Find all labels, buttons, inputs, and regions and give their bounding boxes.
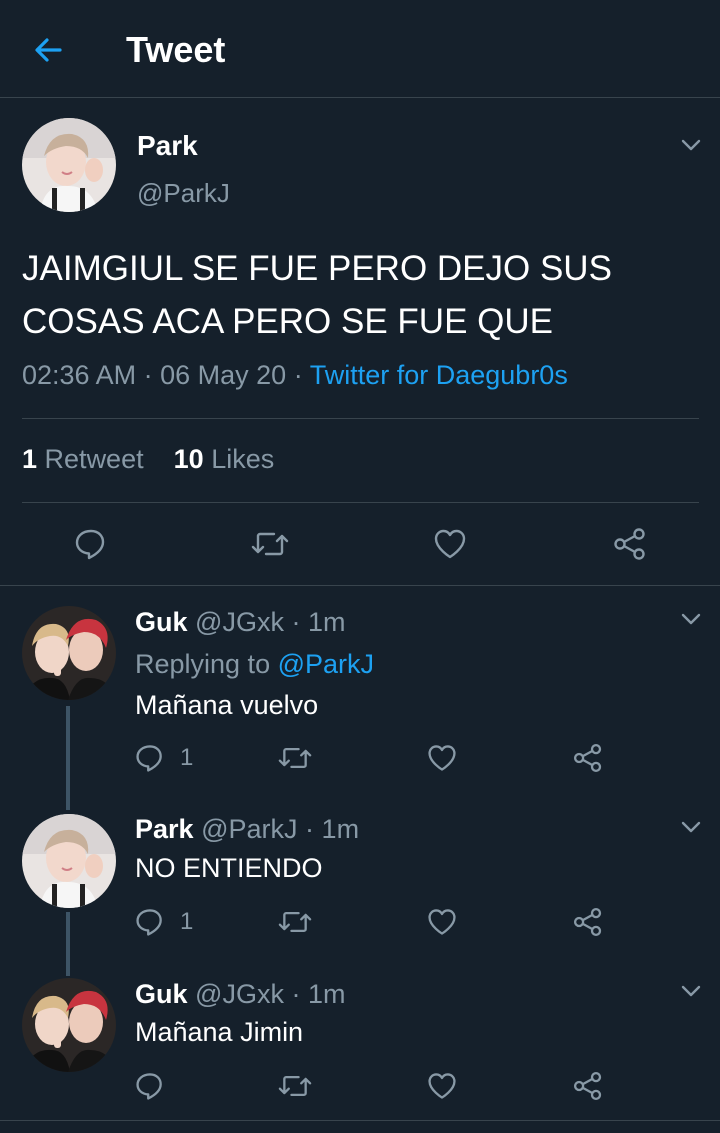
reply-count: 1	[180, 744, 194, 771]
thread-line	[66, 912, 70, 976]
top-bar: Tweet	[0, 0, 720, 98]
like-icon[interactable]	[426, 1070, 458, 1102]
reply-author-handle[interactable]: @JGxk	[195, 979, 284, 1009]
chevron-down-icon[interactable]	[678, 132, 704, 158]
chevron-down-icon[interactable]	[678, 814, 704, 840]
author-name[interactable]: Park	[137, 130, 198, 162]
share-icon[interactable]	[572, 1070, 604, 1102]
divider	[22, 418, 699, 419]
tweet-actions	[0, 520, 720, 570]
reply-time: 1m	[321, 814, 360, 844]
tweet-stats: 1 Retweet 10 Likes	[22, 444, 274, 475]
replying-to-link[interactable]: @ParkJ	[278, 649, 374, 679]
avatar-guk[interactable]	[22, 978, 116, 1072]
tweet-date: 06 May 20	[160, 360, 287, 390]
reply-header: Guk @JGxk · 1m	[135, 978, 346, 1010]
meta-separator: ·	[291, 607, 301, 637]
reply-icon[interactable]	[73, 526, 109, 562]
chevron-down-icon[interactable]	[678, 606, 704, 632]
meta-separator: ·	[291, 979, 301, 1009]
reply-author-handle[interactable]: @JGxk	[195, 607, 284, 637]
retweet-icon[interactable]	[277, 906, 313, 938]
avatar-guk[interactable]	[22, 606, 116, 700]
reply-author-name[interactable]: Park	[135, 814, 194, 844]
retweet-icon[interactable]	[277, 742, 313, 774]
reply-count: 1	[180, 908, 194, 935]
reply-author-handle[interactable]: @ParkJ	[201, 814, 297, 844]
like-icon[interactable]	[432, 526, 468, 562]
avatar-park[interactable]	[22, 118, 116, 212]
reply-icon[interactable]: 1	[134, 742, 193, 774]
divider	[0, 1120, 720, 1121]
reply-header: Guk @JGxk · 1m	[135, 606, 346, 638]
reply-time: 1m	[307, 607, 346, 637]
retweet-icon[interactable]	[250, 526, 290, 562]
meta-separator: ·	[305, 814, 315, 844]
replying-to-label: Replying to	[135, 649, 271, 679]
page-title: Tweet	[126, 29, 226, 70]
like-icon[interactable]	[426, 906, 458, 938]
divider	[0, 585, 720, 586]
author-handle[interactable]: @ParkJ	[137, 178, 230, 209]
retweets-stat[interactable]: 1 Retweet	[22, 444, 144, 474]
tweet-meta: 02:36 AM · 06 May 20 · Twitter for Daegu…	[22, 360, 568, 391]
share-icon[interactable]	[612, 526, 648, 562]
reply-text: Mañana vuelvo	[135, 690, 319, 720]
reply-text: NO ENTIENDO	[135, 853, 323, 883]
tweet-time: 02:36 AM	[22, 360, 137, 390]
likes-label: Likes	[211, 444, 275, 474]
likes-count: 10	[173, 444, 204, 474]
reply-icon[interactable]: 1	[134, 906, 193, 938]
back-arrow-icon[interactable]	[30, 32, 66, 68]
retweet-icon[interactable]	[277, 1070, 313, 1102]
divider	[22, 502, 699, 503]
chevron-down-icon[interactable]	[678, 978, 704, 1004]
reply-author-name[interactable]: Guk	[135, 979, 188, 1009]
reply-icon[interactable]	[134, 1070, 166, 1102]
avatar-park[interactable]	[22, 814, 116, 908]
reply-author-name[interactable]: Guk	[135, 607, 188, 637]
retweets-label: Retweet	[44, 444, 144, 474]
like-icon[interactable]	[426, 742, 458, 774]
reply-time: 1m	[307, 979, 346, 1009]
share-icon[interactable]	[572, 742, 604, 774]
thread-line	[66, 706, 70, 810]
likes-stat[interactable]: 10 Likes	[174, 444, 275, 474]
reply-header: Park @ParkJ · 1m	[135, 813, 359, 845]
meta-separator: ·	[293, 360, 303, 390]
tweet-text: JAIMGIUL SE FUE PERO DEJO SUS COSAS ACA …	[22, 249, 612, 341]
retweets-count: 1	[22, 444, 38, 474]
replying-to: Replying to @ParkJ	[135, 648, 374, 680]
meta-separator: ·	[143, 360, 153, 390]
reply-text: Mañana Jimin	[135, 1017, 304, 1047]
share-icon[interactable]	[572, 906, 604, 938]
tweet-source-link[interactable]: Twitter for Daegubr0s	[310, 360, 568, 390]
